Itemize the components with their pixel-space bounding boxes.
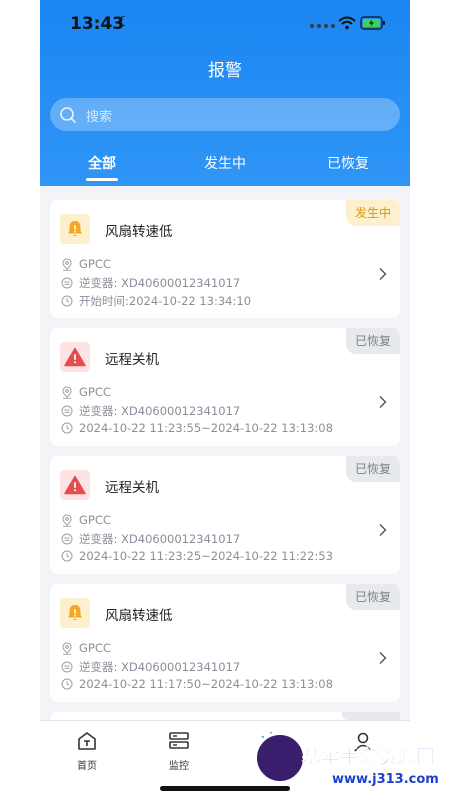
phone-screen: 13:43 ☾ 报警 搜索 全部 发生中 已恢复 风扇转速低 发生中 GPCC … (40, 0, 410, 800)
location-icon (60, 513, 74, 527)
alarm-card[interactable]: 风扇转速低 发生中 GPCC 逆变器: XD40600012341017 开始时… (50, 200, 400, 318)
wifi-icon (338, 16, 356, 30)
alarm-title: 风扇转速低 (105, 224, 173, 240)
tab-monitor-label: 监控 (169, 761, 189, 772)
location-icon (60, 641, 74, 655)
chevron-right-icon (379, 652, 387, 664)
inverter-row: 逆变器: XD40600012341017 (60, 403, 240, 419)
site-name: GPCC (79, 257, 111, 271)
time-row: 2024-10-22 11:23:25~2024-10-22 11:22:53 (60, 549, 333, 563)
clock-icon (60, 421, 74, 435)
watermark-url: www.j313.com (332, 772, 439, 787)
chevron-right-icon (379, 524, 387, 536)
alarm-card[interactable]: 远程关机 已恢复 GPCC 逆变器: XD40600012341017 2024… (50, 456, 400, 574)
inverter-row: 逆变器: XD40600012341017 (60, 659, 240, 675)
moon-icon: ☾ (118, 14, 131, 30)
tab-home[interactable]: 首页 (57, 731, 117, 772)
alarm-time: 2024-10-22 11:23:25~2024-10-22 11:22:53 (79, 549, 333, 563)
alarm-time: 2024-10-22 11:17:50~2024-10-22 13:13:08 (79, 677, 333, 691)
inverter-row: 逆变器: XD40600012341017 (60, 275, 240, 291)
watermark-logo (254, 732, 306, 784)
alarm-title: 远程关机 (105, 480, 159, 496)
site-name: GPCC (79, 385, 111, 399)
header: 13:43 ☾ 报警 搜索 全部 发生中 已恢复 (40, 0, 410, 186)
chevron-right-icon (379, 268, 387, 280)
site-row: GPCC (60, 513, 111, 527)
time-row: 2024-10-22 11:23:55~2024-10-22 13:13:08 (60, 421, 333, 435)
site-row: GPCC (60, 641, 111, 655)
status-badge: 发生中 (345, 200, 400, 226)
alarm-card[interactable]: 风扇转速低 已恢复 GPCC 逆变器: XD40600012341017 202… (50, 584, 400, 702)
clock-icon (60, 677, 74, 691)
search-placeholder: 搜索 (86, 110, 113, 125)
clock-icon (60, 549, 74, 563)
status-badge: 已恢复 (345, 328, 400, 354)
alarm-card[interactable]: 远程关机 已恢复 GPCC 逆变器: XD40600012341017 2024… (50, 328, 400, 446)
location-icon (60, 385, 74, 399)
monitor-icon (169, 732, 189, 749)
time-row: 2024-10-22 11:17:50~2024-10-22 13:13:08 (60, 677, 333, 691)
inverter-id: 逆变器: XD40600012341017 (79, 276, 241, 290)
inverter-id: 逆变器: XD40600012341017 (79, 660, 241, 674)
watermark-title: 基伞手游资源网 (302, 746, 436, 769)
alarm-time: 2024-10-22 11:23:55~2024-10-22 13:13:08 (79, 421, 333, 435)
inverter-row: 逆变器: XD40600012341017 (60, 531, 240, 547)
bell-icon (60, 598, 90, 628)
site-row: GPCC (60, 257, 111, 271)
tab-recovered[interactable]: 已恢复 (327, 153, 369, 173)
tab-home-label: 首页 (77, 761, 97, 772)
inverter-id: 逆变器: XD40600012341017 (79, 404, 241, 418)
clock-icon (60, 294, 74, 308)
status-bar: 13:43 ☾ (40, 10, 410, 38)
warning-triangle-icon (60, 342, 90, 372)
inverter-icon (60, 276, 74, 290)
tab-active[interactable]: 发生中 (204, 153, 246, 173)
battery-icon (360, 16, 385, 30)
alarm-title: 风扇转速低 (105, 608, 173, 624)
inverter-icon (60, 660, 74, 674)
inverter-icon (60, 532, 74, 546)
page-title: 报警 (208, 61, 242, 81)
search-input[interactable]: 搜索 (50, 98, 400, 131)
location-icon (60, 257, 74, 271)
inverter-icon (60, 404, 74, 418)
status-badge: 已恢复 (345, 584, 400, 610)
warning-triangle-icon (60, 470, 90, 500)
site-name: GPCC (79, 513, 111, 527)
tab-monitor[interactable]: 监控 (149, 731, 209, 772)
status-badge: 已恢复 (345, 456, 400, 482)
search-icon (60, 107, 76, 123)
site-row: GPCC (60, 385, 111, 399)
watermark: 基伞手游资源网 www.j313.com (252, 728, 450, 800)
alarm-time: 开始时间:2024-10-22 13:34:10 (79, 294, 252, 308)
home-icon (78, 732, 96, 750)
inverter-id: 逆变器: XD40600012341017 (79, 532, 241, 546)
status-time: 13:43 (70, 14, 125, 34)
chevron-right-icon (379, 396, 387, 408)
time-row: 开始时间:2024-10-22 13:34:10 (60, 293, 251, 309)
signal-icon (310, 24, 336, 30)
alarm-list: 风扇转速低 发生中 GPCC 逆变器: XD40600012341017 开始时… (50, 200, 400, 712)
status-badge (342, 712, 400, 720)
site-name: GPCC (79, 641, 111, 655)
alarm-title: 远程关机 (105, 352, 159, 368)
bell-icon (60, 214, 90, 244)
tab-indicator (86, 178, 118, 181)
tab-all[interactable]: 全部 (88, 153, 116, 173)
